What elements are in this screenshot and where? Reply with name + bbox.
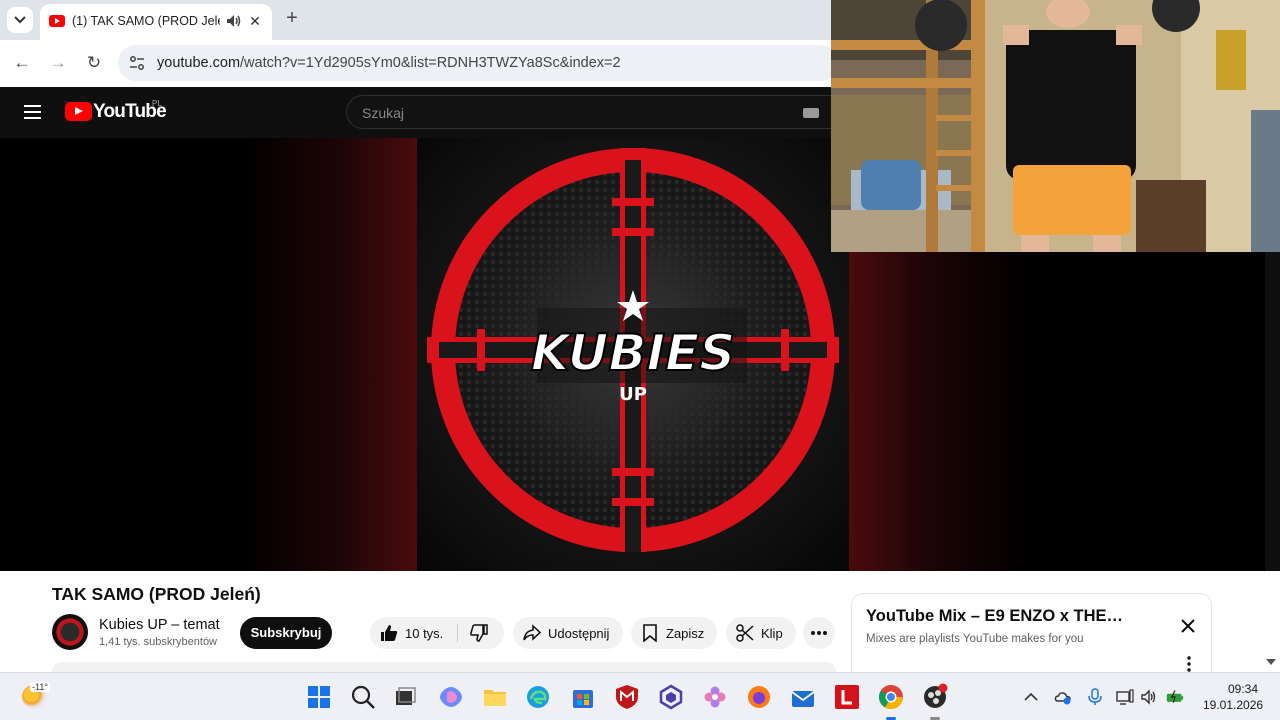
more-horizontal-icon bbox=[811, 631, 827, 635]
like-separator bbox=[457, 624, 458, 642]
more-actions-button[interactable] bbox=[803, 617, 835, 649]
task-view-icon[interactable] bbox=[391, 683, 419, 711]
network-icon[interactable] bbox=[1116, 688, 1134, 706]
share-icon bbox=[523, 624, 541, 641]
speaker-icon[interactable] bbox=[224, 12, 242, 30]
webcam-image bbox=[831, 0, 1280, 252]
region-code: PL bbox=[152, 99, 162, 108]
clock-date[interactable]: 19.01.2026 bbox=[1203, 698, 1263, 712]
mix-playlist-panel: YouTube Mix – E9 ENZO x THE… Mixes are p… bbox=[851, 593, 1212, 683]
mcafee-icon[interactable] bbox=[613, 683, 641, 711]
youtube-logo-icon[interactable] bbox=[65, 102, 92, 121]
search-icon[interactable] bbox=[349, 683, 377, 711]
video-frame: KUBIES UP bbox=[417, 138, 849, 571]
weather-temperature: -11° bbox=[30, 682, 50, 692]
vpn-shield-icon[interactable] bbox=[657, 683, 685, 711]
more-vertical-icon[interactable] bbox=[1186, 656, 1192, 672]
webcam-overlay bbox=[831, 0, 1280, 252]
microphone-icon[interactable] bbox=[1086, 688, 1104, 706]
mail-app-icon[interactable] bbox=[789, 683, 817, 711]
copilot-icon[interactable] bbox=[437, 683, 465, 711]
microsoft-store-icon[interactable] bbox=[569, 683, 597, 711]
firefox-icon[interactable] bbox=[745, 683, 773, 711]
url-host: youtube.com bbox=[157, 55, 241, 71]
close-tab-icon[interactable]: ✕ bbox=[246, 12, 264, 30]
tab-title: (1) TAK SAMO (PROD Jeleń) bbox=[72, 14, 220, 28]
tray-overflow-chevron-icon[interactable] bbox=[1022, 688, 1040, 706]
video-details: TAK SAMO (PROD Jeleń) Kubies UP – temat … bbox=[0, 571, 1280, 683]
save-label: Zapisz bbox=[666, 626, 705, 641]
crosshair-logo: KUBIES UP bbox=[427, 148, 839, 552]
onedrive-cloud-icon[interactable] bbox=[1054, 688, 1072, 706]
battery-charging-icon[interactable] bbox=[1166, 688, 1184, 706]
save-button[interactable]: Zapisz bbox=[631, 617, 717, 649]
clip-label: Klip bbox=[761, 626, 783, 641]
thumbs-down-icon[interactable] bbox=[470, 624, 488, 642]
ambient-glow-left bbox=[240, 138, 418, 571]
taskbar: -11° 09:34 19.01.2026 bbox=[0, 672, 1280, 720]
scroll-down-arrow-icon[interactable] bbox=[1266, 659, 1276, 665]
tab-search-button[interactable] bbox=[7, 7, 33, 33]
keyboard-icon[interactable] bbox=[803, 108, 819, 118]
share-label: Udostępnij bbox=[548, 626, 610, 641]
share-button[interactable]: Udostępnij bbox=[513, 617, 623, 649]
like-dislike-group: 10 tys. bbox=[370, 617, 504, 649]
reload-icon[interactable]: ↻ bbox=[83, 52, 105, 74]
youtube-favicon-icon bbox=[49, 15, 65, 27]
browser-tab-active[interactable]: (1) TAK SAMO (PROD Jeleń) ✕ bbox=[40, 4, 272, 40]
site-settings-icon[interactable] bbox=[128, 54, 146, 72]
mix-subtitle: Mixes are playlists YouTube makes for yo… bbox=[866, 633, 1084, 645]
file-explorer-icon[interactable] bbox=[481, 683, 509, 711]
edge-browser-icon[interactable] bbox=[524, 683, 552, 711]
menu-icon[interactable] bbox=[24, 105, 41, 119]
red-l-app-icon[interactable] bbox=[833, 683, 861, 711]
mix-title[interactable]: YouTube Mix – E9 ENZO x THE… bbox=[866, 607, 1136, 626]
video-title: TAK SAMO (PROD Jeleń) bbox=[52, 584, 261, 604]
close-icon[interactable] bbox=[1178, 616, 1198, 636]
url-path: /watch?v=1Yd2905sYm0&list=RDNH3TWZYa8Sc&… bbox=[240, 55, 621, 71]
search-placeholder: Szukaj bbox=[362, 105, 405, 121]
chrome-icon[interactable] bbox=[877, 683, 905, 711]
flower-app-icon[interactable] bbox=[701, 683, 729, 711]
volume-icon[interactable] bbox=[1140, 688, 1158, 706]
windows-start-icon[interactable] bbox=[305, 683, 333, 711]
new-tab-icon[interactable]: + bbox=[282, 8, 302, 28]
subscriber-count: 1,41 tys. subskrybentów bbox=[99, 636, 218, 648]
chevron-down-icon bbox=[14, 16, 26, 24]
channel-avatar[interactable] bbox=[52, 614, 88, 650]
subscribe-button[interactable]: Subskrybuj bbox=[240, 617, 332, 649]
scissors-icon bbox=[736, 624, 754, 642]
clip-button[interactable]: Klip bbox=[726, 617, 796, 649]
bookmark-icon bbox=[643, 624, 657, 642]
thumbnail-logo-text: KUBIES bbox=[531, 324, 735, 382]
address-bar[interactable]: youtube.com/watch?v=1Yd2905sYm0&list=RDN… bbox=[118, 45, 838, 81]
obs-studio-icon[interactable] bbox=[921, 683, 949, 711]
channel-name[interactable]: Kubies UP – temat bbox=[99, 617, 220, 633]
thumbnail-logo-subtext: UP bbox=[619, 384, 647, 405]
url-text: youtube.com/watch?v=1Yd2905sYm0&list=RDN… bbox=[157, 55, 621, 71]
clock-time[interactable]: 09:34 bbox=[1228, 682, 1258, 696]
back-arrow-icon[interactable]: ← bbox=[11, 52, 33, 74]
search-input[interactable]: Szukaj bbox=[346, 95, 836, 129]
forward-arrow-icon[interactable]: → bbox=[47, 52, 69, 74]
like-count[interactable]: 10 tys. bbox=[405, 626, 443, 641]
thumbs-up-icon[interactable] bbox=[380, 624, 398, 642]
